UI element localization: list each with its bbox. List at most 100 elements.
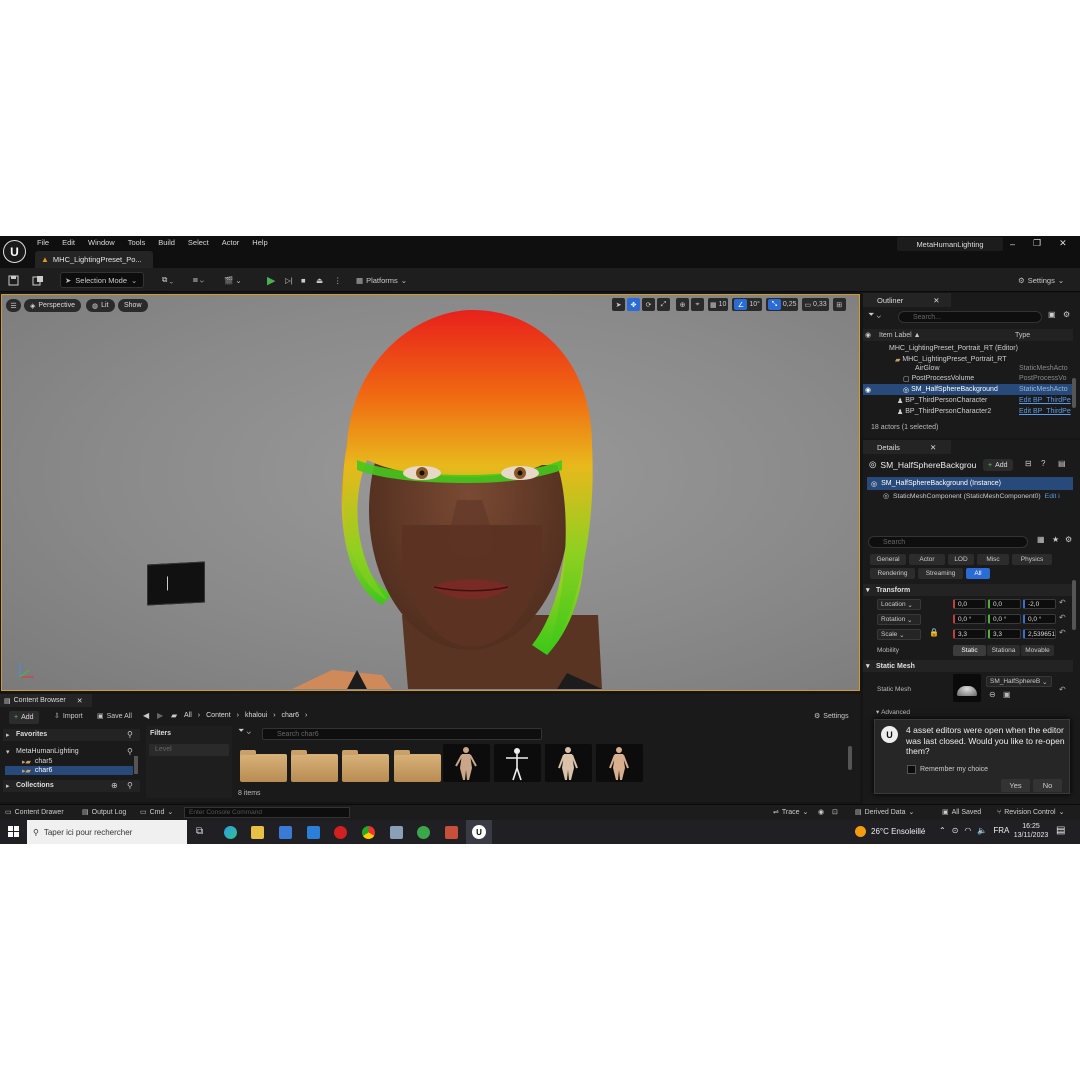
- yes-button[interactable]: Yes: [1001, 779, 1030, 792]
- tree-folder-char5[interactable]: ▸▰ char5: [22, 757, 132, 766]
- console-input[interactable]: Enter Console Command: [184, 807, 350, 818]
- show-button[interactable]: Show: [118, 299, 148, 312]
- menu-build[interactable]: Build: [158, 238, 175, 247]
- surface-snap-icon[interactable]: ⌖: [691, 298, 704, 311]
- add-component-button[interactable]: + Add: [983, 459, 1013, 471]
- rotation-snap-button[interactable]: ∠ 10°: [732, 298, 762, 311]
- use-selected-icon[interactable]: ⊖: [989, 690, 996, 699]
- asset-thumbnail[interactable]: [545, 744, 592, 782]
- scale-y-input[interactable]: 3,3: [988, 629, 1021, 639]
- forward-icon[interactable]: ▶: [157, 711, 163, 720]
- asset-thumbnail[interactable]: [443, 744, 490, 782]
- lit-button[interactable]: ◍ Lit: [86, 299, 115, 312]
- level-tab[interactable]: ▲ MHC_LightingPreset_Po...: [35, 251, 153, 268]
- transform-section[interactable]: ▾ Transform: [863, 584, 1073, 596]
- reset-icon[interactable]: ↶: [1059, 598, 1066, 607]
- cinematics-icon[interactable]: 🎬 ⌄: [224, 272, 242, 288]
- minimize-icon[interactable]: –: [1010, 239, 1015, 249]
- filter-level[interactable]: Level: [149, 744, 229, 756]
- details-tab[interactable]: Details ✕: [863, 440, 951, 454]
- derived-data-button[interactable]: ▤ Derived Data ⌄: [855, 808, 914, 817]
- search-icon[interactable]: ⚲: [127, 730, 133, 739]
- scale-x-input[interactable]: 3,3: [953, 629, 986, 639]
- store-icon[interactable]: [279, 826, 292, 839]
- asset-thumbnail[interactable]: [596, 744, 643, 782]
- level-viewport[interactable]: ☰ ◈ Perspective ◍ Lit Show ➤ ✥ ⟳ ⤢ ⊕ ⌖ ▦…: [1, 294, 860, 691]
- scale-tool-icon[interactable]: ⤢: [657, 298, 670, 311]
- app-icon[interactable]: [417, 826, 430, 839]
- reset-icon[interactable]: ↶: [1059, 685, 1066, 694]
- breadcrumb-char6[interactable]: char6: [282, 712, 300, 719]
- cb-settings-button[interactable]: ⚙ Settings: [814, 712, 849, 721]
- static-mesh-thumbnail[interactable]: [953, 674, 981, 702]
- eye-icon[interactable]: ◉: [865, 386, 871, 394]
- import-button[interactable]: ⇩ Import: [54, 712, 83, 721]
- instance-row[interactable]: ◎ SM_HalfSphereBackground (Instance): [867, 477, 1073, 490]
- outliner-row-type[interactable]: Edit BP_ThirdPe: [1019, 408, 1071, 415]
- camera-icon[interactable]: ⊙: [952, 826, 959, 835]
- cb-scrollbar[interactable]: [848, 746, 852, 770]
- details-search-input[interactable]: Search: [868, 536, 1028, 548]
- menu-select[interactable]: Select: [188, 238, 209, 247]
- filter-icon[interactable]: ⏷ ⌄: [238, 726, 251, 736]
- outliner-scrollbar[interactable]: [1072, 378, 1076, 408]
- eject-icon[interactable]: ⏏: [316, 272, 323, 288]
- edge-icon[interactable]: [224, 826, 237, 839]
- details-scrollbar[interactable]: [1072, 580, 1076, 630]
- favorites-header[interactable]: ▸ Favorites ⚲: [3, 729, 140, 741]
- mail-icon[interactable]: [307, 826, 320, 839]
- scale-snap-button[interactable]: ⤡ 0,25: [765, 298, 799, 311]
- location-dropdown[interactable]: Location ⌄: [877, 599, 921, 610]
- add-content-icon[interactable]: ⧉ ⌄: [162, 272, 173, 288]
- folder-tile[interactable]: [342, 750, 389, 782]
- language-indicator[interactable]: FRA: [993, 826, 1009, 835]
- folder-tile[interactable]: [394, 750, 441, 782]
- filter-general[interactable]: General: [870, 554, 906, 565]
- screenshot-icon[interactable]: ⊡: [832, 808, 838, 816]
- task-view-icon[interactable]: ⧉: [196, 826, 203, 837]
- cmd-dropdown[interactable]: ▭ Cmd ⌄: [140, 808, 173, 817]
- mobility-stationary[interactable]: Stationa: [987, 645, 1020, 656]
- reset-icon[interactable]: ↶: [1059, 613, 1066, 622]
- filter-all[interactable]: All: [966, 568, 990, 579]
- save-all-button[interactable]: ▣ Save All: [97, 712, 132, 721]
- search-icon[interactable]: ⚲: [127, 781, 133, 790]
- rotation-dropdown[interactable]: Rotation ⌄: [877, 614, 921, 625]
- opera-icon[interactable]: [334, 826, 347, 839]
- menu-window[interactable]: Window: [88, 238, 115, 247]
- static-mesh-section[interactable]: ▾ Static Mesh: [863, 660, 1073, 672]
- asset-thumbnail[interactable]: [494, 744, 541, 782]
- outliner-row-selected[interactable]: ◉ ◎ SM_HalfSphereBackground StaticMeshActo: [863, 384, 1073, 395]
- location-y-input[interactable]: 0,0: [988, 599, 1021, 609]
- folder-tile[interactable]: [291, 750, 338, 782]
- blueprint-icon[interactable]: ⊟: [1025, 459, 1032, 468]
- browse-icon[interactable]: [32, 272, 44, 288]
- all-saved-button[interactable]: ▣ All Saved: [942, 808, 981, 817]
- blueprints-icon[interactable]: ⧈ ⌄: [193, 272, 204, 288]
- no-button[interactable]: No: [1033, 779, 1062, 792]
- select-tool-icon[interactable]: ➤: [612, 298, 625, 311]
- close-icon[interactable]: ✕: [1059, 238, 1067, 249]
- windows-start-icon[interactable]: [8, 826, 19, 837]
- trace-dropdown[interactable]: ⇌ Trace ⌄: [773, 808, 808, 817]
- platforms-dropdown[interactable]: ▦ Platforms ⌄: [356, 272, 407, 288]
- scale-dropdown[interactable]: Scale ⌄: [877, 629, 921, 640]
- filter-physics[interactable]: Physics: [1012, 554, 1052, 565]
- viewport-menu-icon[interactable]: ☰: [6, 299, 21, 312]
- save-icon[interactable]: [8, 272, 19, 288]
- volume-icon[interactable]: 🔈: [977, 826, 987, 835]
- search-icon[interactable]: ⚲: [127, 747, 133, 756]
- record-icon[interactable]: ◉: [818, 808, 824, 816]
- rotation-y-input[interactable]: 0,0 °: [988, 614, 1021, 624]
- mobility-movable[interactable]: Movable: [1021, 645, 1054, 656]
- gear-icon[interactable]: ⚙: [1063, 310, 1070, 319]
- notifications-icon[interactable]: ▤: [1056, 825, 1065, 836]
- checkbox-box[interactable]: [907, 765, 916, 774]
- rotation-x-input[interactable]: 0,0 °: [953, 614, 986, 624]
- grid-view-icon[interactable]: ▦: [1037, 535, 1045, 544]
- filter-lod[interactable]: LOD: [948, 554, 974, 565]
- outliner-row[interactable]: MHC_LightingPreset_Portrait_RT (Editor): [863, 343, 1073, 354]
- outliner-row-type[interactable]: Edit BP_ThirdPe: [1019, 397, 1071, 404]
- outliner-row[interactable]: ♟ BP_ThirdPersonCharacter2 Edit BP_ThirdP…: [863, 406, 1073, 417]
- tree-scrollbar[interactable]: [134, 756, 138, 774]
